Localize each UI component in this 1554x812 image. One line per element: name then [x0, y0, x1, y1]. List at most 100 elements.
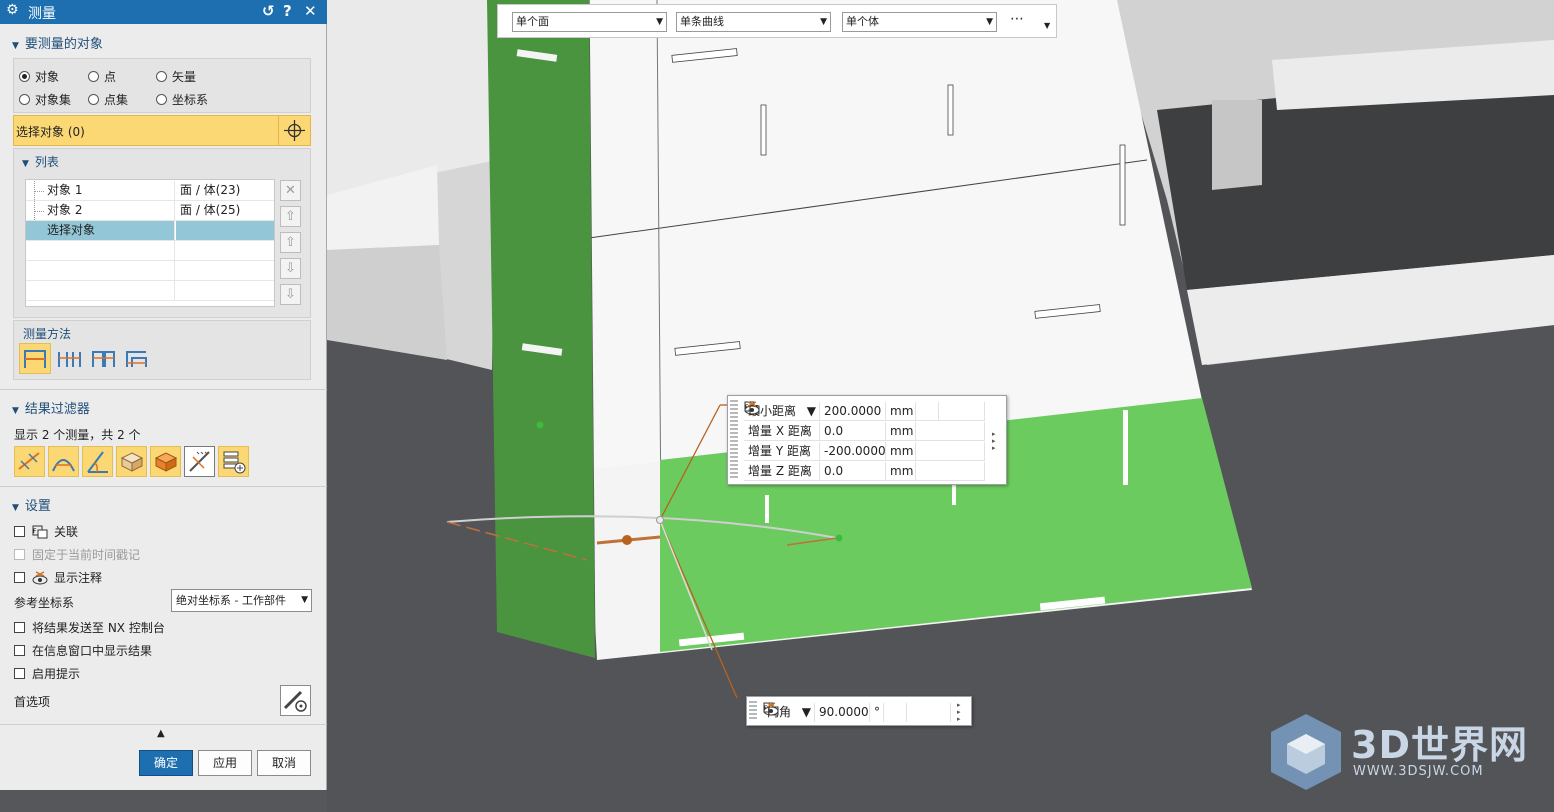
move-down-button[interactable]: ⇩ — [280, 258, 301, 279]
reset-icon[interactable]: ↺ — [262, 2, 275, 20]
preferences-button[interactable] — [280, 685, 311, 716]
drag-grip[interactable] — [730, 400, 738, 480]
ref-csys-dropdown[interactable]: 绝对坐标系 - 工作部件 ▼ — [171, 589, 312, 612]
list-item[interactable]: 对象 2面 / 体(25) — [26, 201, 274, 221]
watermark-url: WWW.3DSJW.COM — [1353, 764, 1484, 779]
select-object-row[interactable]: 选择对象 (0) — [13, 115, 311, 146]
angle-measure-window[interactable]: 内角 ▼ 90.0000 ° F ▸ ▸ ▸ — [746, 696, 972, 726]
close-icon[interactable]: ✕ — [304, 2, 317, 20]
volume-filter-icon[interactable] — [150, 446, 181, 477]
delta-z-unit: mm — [886, 461, 916, 481]
angle-value: 90.0000 — [815, 702, 870, 722]
delta-x-unit: mm — [886, 421, 916, 441]
list-title: 列表 — [34, 155, 59, 169]
parallel-method-icon[interactable] — [54, 343, 86, 374]
section-settings-header[interactable]: ▼ 设置 — [12, 495, 51, 514]
help-icon[interactable]: ? — [283, 2, 292, 20]
move-bottom-button[interactable]: ⇩ — [280, 284, 301, 305]
radio-vector[interactable]: 矢量 — [156, 68, 196, 85]
delta-x-value: 0.0 — [820, 421, 886, 441]
curve-filter-icon[interactable] — [48, 446, 79, 477]
svg-text:F: F — [33, 528, 37, 535]
body-rule-dropdown[interactable]: 单个体 ▼ — [842, 12, 997, 32]
show-info-window-checkbox[interactable]: 在信息窗口中显示结果 — [14, 642, 152, 659]
apply-button[interactable]: 应用 — [198, 750, 252, 776]
dialog-titlebar[interactable]: ⚙ 测量 ↺ ? ✕ — [0, 0, 327, 24]
associative-icon[interactable]: F — [763, 702, 907, 722]
radio-point[interactable]: 点 — [88, 68, 116, 85]
move-up-button[interactable]: ⇧ — [280, 232, 301, 253]
freeze-timestamp-checkbox: 固定于当前时间戳记 — [14, 546, 140, 563]
gear-icon[interactable]: ⚙ — [6, 2, 19, 18]
associative-checkbox[interactable]: F 关联 — [14, 523, 78, 540]
radio-object-set[interactable]: 对象集 — [19, 91, 71, 108]
ok-button[interactable]: 确定 — [139, 750, 193, 776]
crosshair-icon[interactable] — [278, 116, 310, 145]
window-scroll-arrows[interactable]: ▸ ▸ ▸ — [992, 431, 1002, 452]
select-object-label: 选择对象 (0) — [16, 125, 85, 139]
measure-value: 200.0000 — [820, 401, 886, 421]
graphics-viewport[interactable]: 单个面 ▼ 单条曲线 ▼ 单个体 ▼ ⋯ ▼ 最小距离 ▼ 200.0000 mm F… — [327, 0, 1554, 812]
filter-summary: 显示 2 个测量，共 2 个 — [14, 428, 141, 442]
method-title: 测量方法 — [23, 327, 72, 341]
dialog-title: 测量 — [28, 6, 56, 22]
empty-cell — [916, 441, 985, 461]
angle-unit: ° — [870, 702, 884, 722]
distance-measure-window[interactable]: 最小距离 ▼ 200.0000 mm F 增量 X 距离 0.0 mm 增量 Y… — [727, 395, 1007, 485]
delta-y-row: 增量 Y 距离 -200.0000 mm — [744, 441, 985, 461]
cube-logo-icon — [1271, 714, 1341, 790]
ref-csys-label: 参考坐标系 — [14, 596, 75, 610]
send-to-nx-console-checkbox[interactable]: 将结果发送至 NX 控制台 — [14, 619, 165, 636]
area-filter-icon[interactable] — [116, 446, 147, 477]
distance-filter-icon[interactable] — [14, 446, 45, 477]
object-type-group: 对象 点 矢量 对象集 点集 坐标系 — [13, 58, 311, 113]
list-item-empty — [26, 281, 274, 301]
cancel-button[interactable]: 取消 — [257, 750, 311, 776]
projected-method-icon[interactable] — [122, 343, 154, 374]
list-item-selected[interactable]: 选择对象 — [26, 221, 274, 241]
radio-csys[interactable]: 坐标系 — [156, 91, 208, 108]
watermark-logo: 3D世界网 WWW.3DSJW.COM — [1269, 712, 1534, 792]
delta-y-unit: mm — [886, 441, 916, 461]
window-scroll-arrows[interactable]: ▸ ▸ ▸ — [957, 702, 967, 723]
max-distance-method-icon[interactable] — [88, 343, 120, 374]
method-group: 测量方法 — [13, 320, 311, 380]
object-list-table: 对象 1面 / 体(23) 对象 2面 / 体(25) 选择对象 — [25, 179, 275, 307]
curve-rule-dropdown[interactable]: 单条曲线 ▼ — [676, 12, 831, 32]
associative-icon: F — [32, 525, 48, 538]
more-options-button[interactable]: ⋯ — [1010, 11, 1024, 27]
toolbar-overflow-arrow[interactable]: ▼ — [1044, 21, 1050, 30]
list-header[interactable]: ▼ 列表 — [22, 153, 59, 170]
move-top-button[interactable]: ⇧ — [280, 206, 301, 227]
drag-grip[interactable] — [749, 701, 757, 721]
ruler-gear-icon — [283, 690, 307, 712]
enable-tips-checkbox[interactable]: 启用提示 — [14, 665, 80, 682]
show-annotation-checkbox[interactable]: 显示注释 — [14, 569, 102, 586]
section-filter-header[interactable]: ▼ 结果过滤器 — [12, 398, 90, 417]
delta-z-row: 增量 Z 距离 0.0 mm — [744, 461, 985, 481]
divider — [0, 389, 327, 390]
dimension-filter-icon[interactable] — [184, 446, 215, 477]
list-item[interactable]: 对象 1面 / 体(23) — [26, 181, 274, 201]
delta-z-value: 0.0 — [820, 461, 886, 481]
divider — [0, 486, 327, 487]
min-distance-row: 最小距离 ▼ 200.0000 mm F — [744, 401, 985, 421]
associative-icon[interactable]: F — [744, 401, 939, 421]
list-item-empty — [26, 241, 274, 261]
divider — [0, 724, 327, 725]
face-rule-dropdown[interactable]: 单个面 ▼ — [512, 12, 667, 32]
angle-filter-icon[interactable] — [82, 446, 113, 477]
radio-point-set[interactable]: 点集 — [88, 91, 128, 108]
measure-dialog: ⚙ 测量 ↺ ? ✕ ▼ 要测量的对象 对象 点 矢量 对象集 点集 坐标系 选择… — [0, 0, 327, 790]
add-filter-icon[interactable] — [218, 446, 249, 477]
remove-item-button[interactable]: ✕ — [280, 180, 301, 201]
radio-object[interactable]: 对象 — [19, 68, 59, 85]
collapse-arrow-icon[interactable]: ▲ — [157, 728, 165, 739]
section-objects-header[interactable]: ▼ 要测量的对象 — [12, 33, 103, 52]
measure-unit: mm — [886, 401, 916, 421]
min-distance-method-icon[interactable] — [19, 343, 51, 374]
list-item-empty — [26, 261, 274, 281]
show-annotation-icon[interactable] — [744, 401, 985, 421]
angle-row: 内角 ▼ 90.0000 ° F — [763, 702, 951, 722]
show-annotation-icon[interactable] — [763, 702, 951, 722]
